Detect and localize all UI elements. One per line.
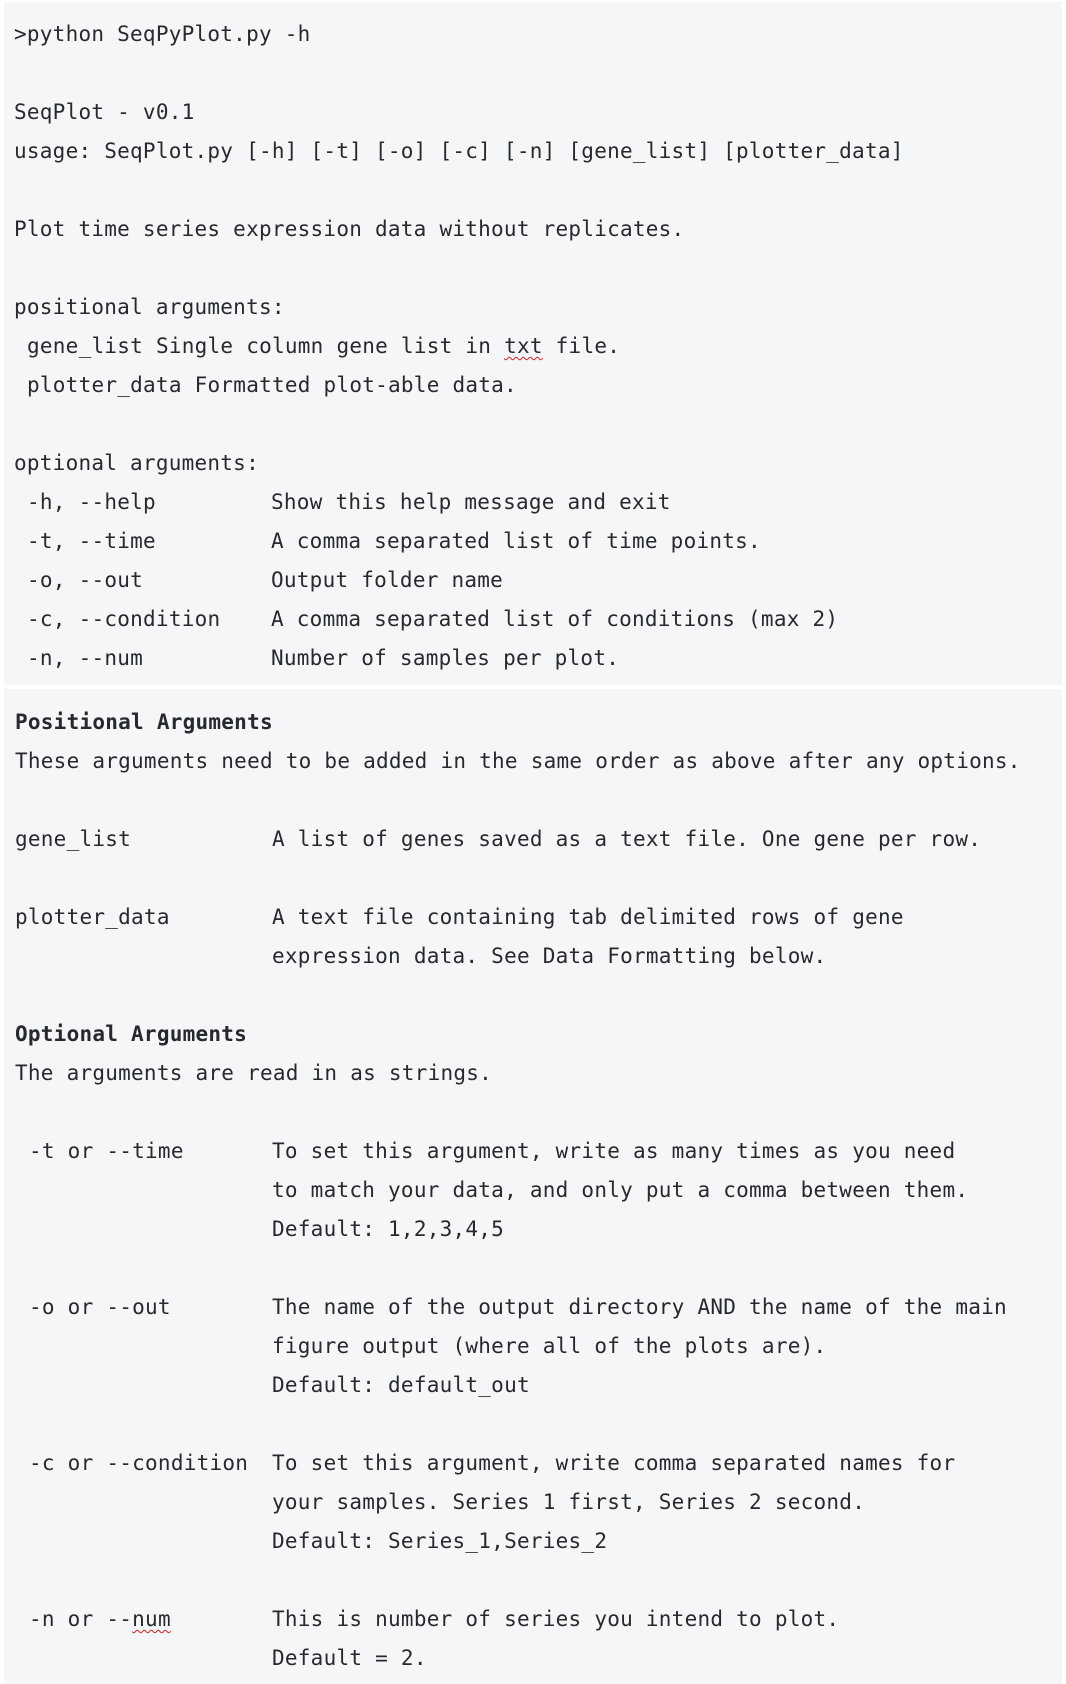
doc-arg-desc-gene-list: A list of genes saved as a text file. On… xyxy=(272,827,982,851)
positional-arg-desc-end: file. xyxy=(542,334,621,358)
terminal-output-block: >python SeqPyPlot.py -h SeqPlot - v0.1 u… xyxy=(4,2,1062,685)
doc-option-default-out: Default: default_out xyxy=(272,1373,530,1397)
doc-option-desc-time-line2: to match your data, and only put a comma… xyxy=(272,1178,969,1202)
option-desc-time: A comma separated list of time points. xyxy=(271,529,761,553)
option-flag-time: -t, --time xyxy=(27,529,156,553)
doc-option-default-time: Default: 1,2,3,4,5 xyxy=(272,1217,505,1241)
positional-arguments-header: positional arguments: xyxy=(14,295,285,319)
optional-arguments-title: Optional Arguments xyxy=(15,1022,248,1046)
doc-arg-desc-plotter-data-line2: expression data. See Data Formatting bel… xyxy=(272,944,827,968)
positional-arg-name: gene_list xyxy=(27,334,144,358)
option-desc-condition: A comma separated list of conditions (ma… xyxy=(271,607,839,631)
spellcheck-underlined-word: txt xyxy=(504,334,543,358)
command-line: >python SeqPyPlot.py -h xyxy=(14,22,311,46)
documentation-block: Positional Arguments These arguments nee… xyxy=(4,689,1062,1684)
doc-option-default-num: Default = 2. xyxy=(272,1646,427,1670)
usage-line: usage: SeqPlot.py [-h] [-t] [-o] [-c] [-… xyxy=(14,139,904,163)
option-flag-num: -n, --num xyxy=(27,646,144,670)
positional-arguments-intro: These arguments need to be added in the … xyxy=(15,749,1021,773)
doc-option-flag-condition: -c or --condition xyxy=(29,1451,249,1475)
doc-option-desc-time-line1: To set this argument, write as many time… xyxy=(272,1139,956,1163)
option-flag-condition: -c, --condition xyxy=(27,607,221,631)
option-desc-num: Number of samples per plot. xyxy=(271,646,620,670)
doc-option-desc-num: This is number of series you intend to p… xyxy=(272,1607,840,1631)
spellcheck-underlined-word: num xyxy=(132,1607,171,1631)
positional-arg-gene-list: gene_list Single column gene list in txt… xyxy=(27,333,620,359)
positional-arg-desc: Single column gene list in xyxy=(155,334,505,358)
help-page: >python SeqPyPlot.py -h SeqPlot - v0.1 u… xyxy=(0,0,1066,1684)
doc-arg-name-plotter-data: plotter_data xyxy=(15,905,170,929)
doc-option-flag-time: -t or --time xyxy=(29,1139,184,1163)
doc-option-desc-condition-line2: your samples. Series 1 first, Series 2 s… xyxy=(272,1490,866,1514)
positional-arg-name: plotter_data xyxy=(27,373,182,397)
description-line: Plot time series expression data without… xyxy=(14,217,685,241)
option-flag-out: -o, --out xyxy=(27,568,144,592)
doc-option-flag-num: -n or --num xyxy=(29,1606,171,1632)
doc-option-flag-out: -o or --out xyxy=(29,1295,171,1319)
option-flag-help: -h, --help xyxy=(27,490,156,514)
doc-option-desc-out-line1: The name of the output directory AND the… xyxy=(272,1295,1007,1319)
doc-option-default-condition: Default: Series_1,Series_2 xyxy=(272,1529,608,1553)
doc-arg-desc-plotter-data-line1: A text file containing tab delimited row… xyxy=(272,905,904,929)
optional-arguments-header: optional arguments: xyxy=(14,451,259,475)
positional-arg-desc: Formatted plot-able data. xyxy=(194,373,517,397)
optional-arguments-intro: The arguments are read in as strings. xyxy=(15,1061,493,1085)
version-line: SeqPlot - v0.1 xyxy=(14,100,195,124)
option-desc-help: Show this help message and exit xyxy=(271,490,671,514)
doc-arg-name-gene-list: gene_list xyxy=(15,827,132,851)
doc-option-desc-out-line2: figure output (where all of the plots ar… xyxy=(272,1334,827,1358)
option-desc-out: Output folder name xyxy=(271,568,504,592)
positional-arg-plotter-data: plotter_data Formatted plot-able data. xyxy=(27,372,517,398)
positional-arguments-title: Positional Arguments xyxy=(15,710,273,734)
doc-option-desc-condition-line1: To set this argument, write comma separa… xyxy=(272,1451,956,1475)
doc-option-flag-num-prefix: -n or -- xyxy=(29,1607,133,1631)
